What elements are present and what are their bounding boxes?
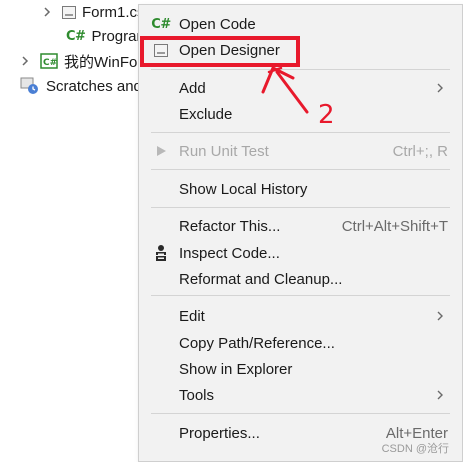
menu-item-shortcut: Alt+Enter [385,424,448,442]
svg-text:C#: C# [43,58,57,68]
tree-item-form1[interactable]: Form1.cs [40,1,145,23]
inspect-icon [151,243,171,263]
menu-item-open-code[interactable]: C# Open Code [139,12,463,36]
menu-item-label: Exclude [179,105,233,123]
csharp-file-icon: C# [66,28,86,44]
tree-item-project[interactable]: C# 我的WinForm [18,50,155,72]
menu-item-label: Inspect Code... [179,244,280,262]
tree-item-label: Form1.cs [82,3,145,21]
menu-separator [151,169,450,170]
annotation-arrow-icon [261,66,309,114]
annotation-step-number: 2 [318,100,335,130]
menu-item-show-local-history[interactable]: Show Local History [139,177,463,201]
menu-item-label: Tools [179,386,215,404]
run-icon [151,141,171,161]
form-icon [62,5,76,19]
menu-item-label: Refactor This... [179,217,281,235]
menu-item-shortcut: Ctrl+;, R [392,142,448,160]
menu-item-label: Open Code [179,15,256,33]
csharp-icon: C# [151,16,171,32]
submenu-arrow-icon [434,309,446,323]
watermark: CSDN @沧行 [381,443,449,455]
submenu-arrow-icon [434,81,446,95]
menu-item-edit[interactable]: Edit [139,304,463,328]
menu-separator [151,207,450,208]
csharp-project-icon: C# [40,53,58,69]
menu-item-show-in-explorer[interactable]: Show in Explorer [139,357,463,381]
menu-item-reformat-cleanup[interactable]: Reformat and Cleanup... [139,267,463,291]
menu-item-refactor-this[interactable]: Refactor This... Ctrl+Alt+Shift+T [139,214,463,238]
menu-item-copy-path[interactable]: Copy Path/Reference... [139,331,463,355]
menu-item-shortcut: Ctrl+Alt+Shift+T [341,217,448,235]
menu-item-label: Reformat and Cleanup... [179,270,343,288]
menu-item-label: Show in Explorer [179,360,293,378]
menu-item-label: Show Local History [179,180,308,198]
menu-separator [151,413,450,414]
chevron-right-icon[interactable] [40,5,54,19]
menu-separator [151,295,450,296]
chevron-right-icon[interactable] [18,54,32,68]
menu-item-label: Edit [179,307,205,325]
menu-item-tools[interactable]: Tools [139,383,463,407]
menu-item-run-unit-test: Run Unit Test Ctrl+;, R [139,139,463,163]
menu-item-label: Add [179,79,206,97]
menu-item-label: Copy Path/Reference... [179,334,335,352]
menu-separator [151,132,450,133]
menu-item-label: Properties... [179,424,260,442]
submenu-arrow-icon [434,388,446,402]
menu-item-label: Run Unit Test [179,142,269,160]
menu-item-inspect-code[interactable]: Inspect Code... [139,241,463,265]
scratches-icon [20,77,40,95]
